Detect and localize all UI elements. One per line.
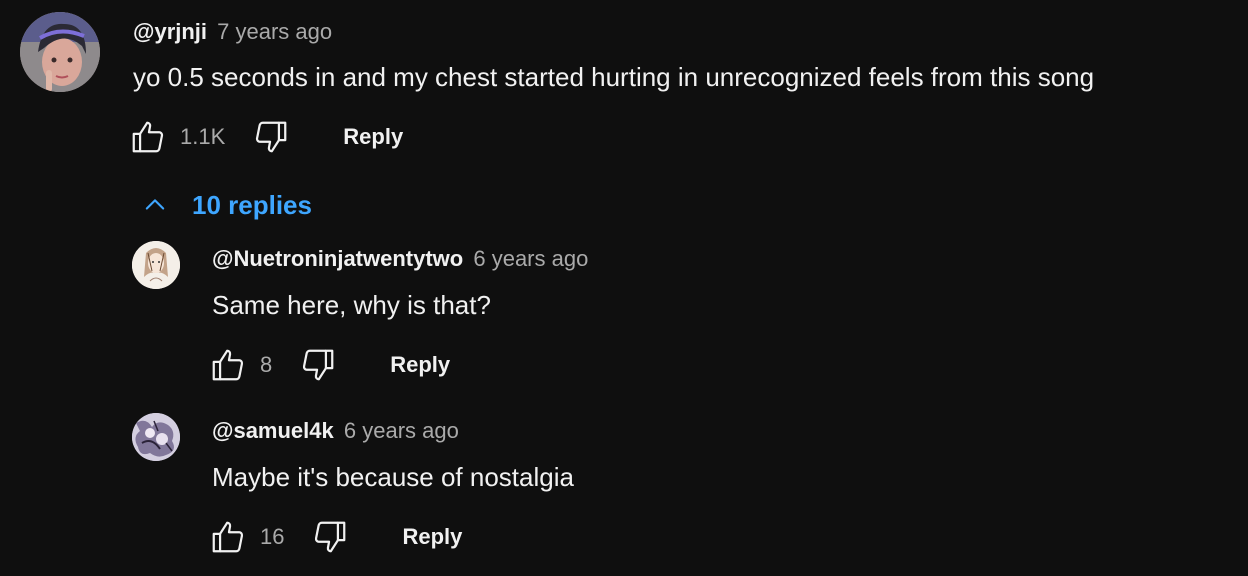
comment-main: @yrjnji 7 years ago yo 0.5 seconds in an…	[0, 0, 1248, 180]
reply-button[interactable]: Reply	[390, 352, 450, 378]
avatar-photo-icon	[20, 12, 100, 92]
timestamp[interactable]: 6 years ago	[344, 418, 459, 443]
comment-text: Maybe it's because of nostalgia	[212, 462, 574, 492]
like-count: 8	[260, 352, 273, 377]
chevron-up-icon	[140, 190, 170, 220]
reply-comment: @Nuetroninjatwentytwo 6 years ago Same h…	[0, 232, 1248, 402]
like-icon[interactable]	[128, 118, 168, 156]
author-name[interactable]: @Nuetroninjatwentytwo	[212, 246, 463, 271]
comment-actions: 1.1K Reply	[128, 118, 403, 156]
timestamp[interactable]: 7 years ago	[217, 19, 332, 44]
reply-button[interactable]: Reply	[402, 524, 462, 550]
dislike-icon[interactable]	[251, 118, 291, 156]
avatar[interactable]	[20, 12, 100, 92]
like-count: 1.1K	[180, 124, 226, 149]
comment-text: yo 0.5 seconds in and my chest started h…	[133, 62, 1095, 92]
dislike-icon[interactable]	[310, 518, 350, 556]
timestamp[interactable]: 6 years ago	[473, 246, 588, 271]
author-line: @samuel4k 6 years ago	[212, 420, 459, 442]
author-name[interactable]: @samuel4k	[212, 418, 334, 443]
replies-toggle-button[interactable]: 10 replies	[140, 188, 312, 222]
avatar-sketch-icon	[132, 241, 180, 289]
reply-button[interactable]: Reply	[343, 124, 403, 150]
reply-comment: @samuel4k 6 years ago Maybe it's because…	[0, 404, 1248, 576]
dislike-icon[interactable]	[298, 346, 338, 384]
avatar[interactable]	[132, 241, 180, 289]
like-icon[interactable]	[208, 518, 248, 556]
like-icon[interactable]	[208, 346, 248, 384]
author-line: @Nuetroninjatwentytwo 6 years ago	[212, 248, 588, 270]
author-name[interactable]: @yrjnji	[133, 19, 207, 44]
replies-count-label: 10 replies	[192, 189, 312, 220]
like-count: 16	[260, 524, 285, 549]
comment-text: Same here, why is that?	[212, 290, 491, 320]
comment-actions: 8 Reply	[208, 346, 450, 384]
comment-actions: 16 Reply	[208, 518, 462, 556]
author-line: @yrjnji 7 years ago	[133, 21, 332, 43]
avatar[interactable]	[132, 413, 180, 461]
avatar-artwork-icon	[132, 413, 180, 461]
